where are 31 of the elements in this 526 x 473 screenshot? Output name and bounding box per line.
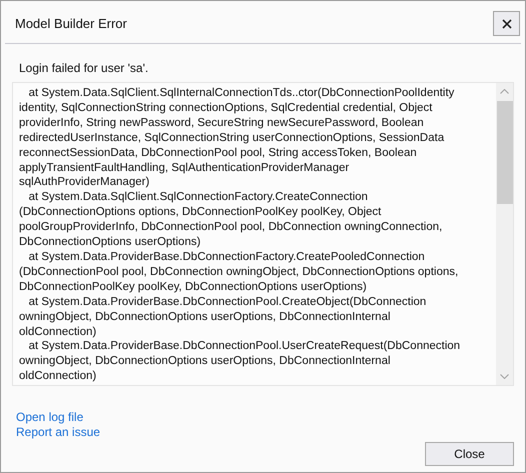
window-title: Model Builder Error: [15, 14, 127, 33]
stack-trace-line: redirectedUserInstance, SqlConnectionString userConnectionOptions, SessionData: [19, 130, 446, 146]
stack-trace-line: at System.Data.SqlClient.SqlInternalConnectionTds..ctor(DbConnectionPoolIdentity: [28, 86, 456, 101]
stack-trace-line: providerInfo, String newPassword, SecureString newSecurePassword, Boolean: [19, 116, 425, 131]
stack-trace-line: identity, SqlConnectionString connectionOptions, SqlCredential credential, Object: [19, 100, 434, 116]
stack-trace-line: applyTransientFaultHandling, SqlAuthenticationProviderManager: [19, 160, 350, 176]
scrollbar-thumb[interactable]: [496, 101, 512, 204]
stack-trace-line: DbConnectionPoolKey poolKey, DbConnectionOptions userOptions): [19, 280, 368, 295]
stack-trace-line: (DbConnectionPool pool, DbConnection owningObject, DbConnectionOptions options,: [19, 264, 460, 280]
stack-trace-line: sqlAuthProviderManager): [19, 175, 150, 190]
close-button[interactable]: [493, 11, 520, 36]
stack-trace-line: owningObject, DbConnectionOptions userOptions, DbConnectionInternal: [19, 354, 392, 370]
stack-trace-line: at System.Data.ProviderBase.DbConnectionFactory.CreatePooledConnection: [28, 250, 426, 265]
close-button[interactable]: Close: [425, 442, 514, 466]
stack-trace-line: at System.Data.SqlClient.SqlConnectionFactory.CreateConnection: [28, 190, 369, 206]
stack-trace-line: (DbConnectionOptions options, DbConnectionPoolKey poolKey, Object: [19, 205, 382, 220]
scroll-down-icon[interactable]: [500, 374, 509, 379]
close-icon: [502, 18, 512, 28]
stack-trace-line: oldConnection): [19, 369, 98, 384]
stack-trace-line: at System.Data.ProviderBase.DbConnectionPool.UserCreateRequest(DbConnection: [28, 339, 462, 354]
stack-trace-line: owningObject, DbConnectionOptions userOptions, DbConnectionInternal: [19, 310, 392, 324]
stack-trace-line: oldConnection): [19, 324, 98, 340]
stack-trace-line: at System.Data.ProviderBase.DbConnectionPool.CreateObject(DbConnection: [28, 294, 428, 310]
stack-trace-line: reconnectSessionData, DbConnectionPool pool, String accessToken, Boolean: [19, 146, 418, 161]
link[interactable]: Open log file: [16, 410, 84, 425]
error-message: Login failed for user 'sa'.: [19, 61, 148, 75]
stack-trace-line: poolGroupProviderInfo, DbConnectionPool pool, DbConnection owningConnection,: [19, 220, 444, 236]
stack-trace-line: DbConnectionOptions userOptions): [19, 235, 202, 250]
link[interactable]: Report an issue: [16, 425, 100, 440]
scroll-up-icon[interactable]: [500, 89, 509, 94]
scrollbar[interactable]: [496, 83, 513, 385]
